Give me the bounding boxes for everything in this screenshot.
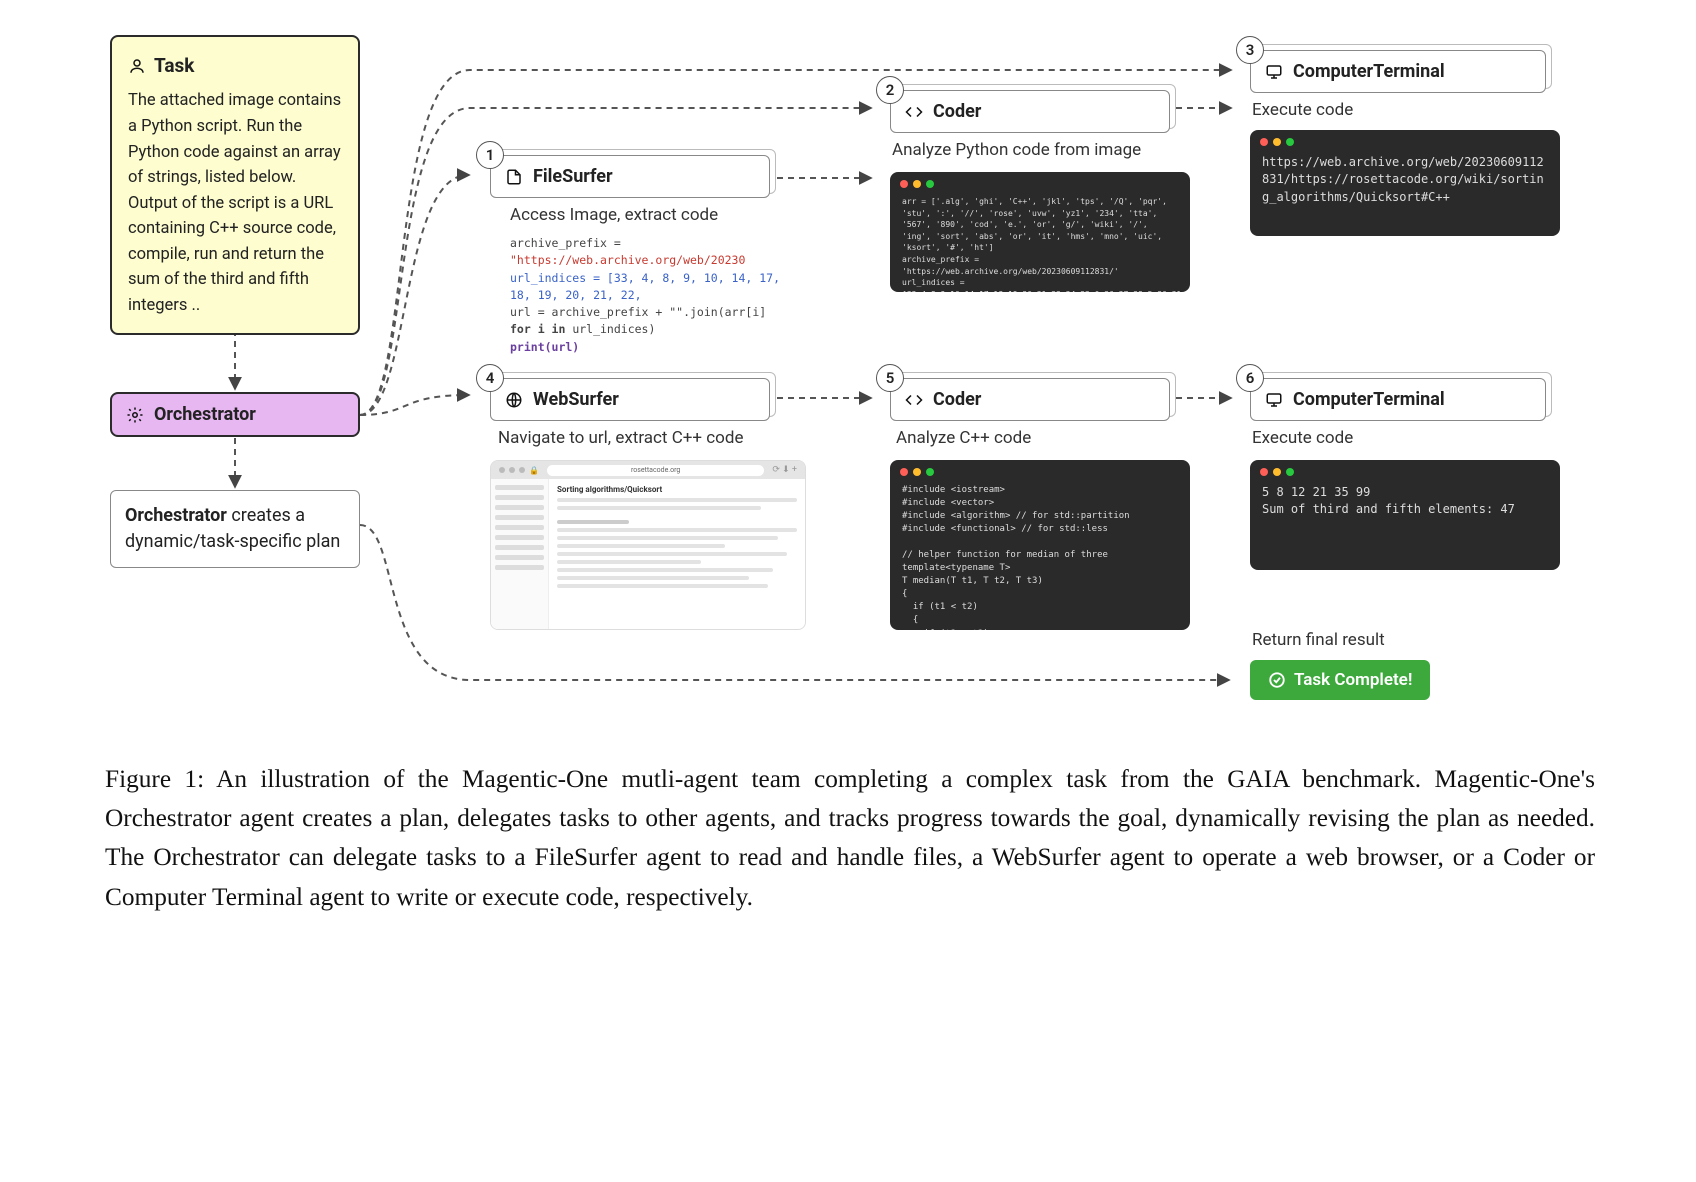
step-3-badge: 3 — [1236, 36, 1264, 64]
step-6-sub: Execute code — [1252, 428, 1353, 448]
orchestrator-label: Orchestrator — [154, 404, 256, 425]
terminal2-panel: 5 8 12 21 35 99 Sum of third and fifth e… — [1250, 460, 1560, 570]
step-5-sub: Analyze C++ code — [896, 428, 1031, 448]
task-body: The attached image contains a Python scr… — [128, 88, 342, 318]
task-complete-badge: Task Complete! — [1250, 660, 1430, 700]
filesurfer-code: archive_prefix = "https://web.archive.or… — [510, 235, 785, 356]
coder2-panel: #include <iostream> #include <vector> #i… — [890, 460, 1190, 630]
step-4-card: 4 WebSurfer — [490, 378, 770, 421]
step-6-badge: 6 — [1236, 364, 1264, 392]
step-5-badge: 5 — [876, 364, 904, 392]
step-2-agent: Coder — [933, 101, 981, 122]
user-icon — [128, 57, 146, 75]
check-circle-icon — [1268, 671, 1286, 689]
task-box: Task The attached image contains a Pytho… — [110, 35, 360, 335]
browser-mock: 🔒 rosettacode.org ⟳ ⬇ + Sorting algorith… — [490, 460, 806, 630]
step-6-agent: ComputerTerminal — [1293, 389, 1445, 410]
code-icon — [905, 103, 923, 121]
step-4-sub: Navigate to url, extract C++ code — [498, 428, 743, 448]
monitor-icon — [1265, 63, 1283, 81]
coder2-code: #include <iostream> #include <vector> #i… — [902, 484, 1178, 630]
terminal1-panel: https://web.archive.org/web/202306091128… — [1250, 130, 1560, 236]
file-icon — [505, 168, 523, 186]
step-1-card: 1 FileSurfer — [490, 155, 770, 198]
step-1-sub: Access Image, extract code — [510, 205, 718, 225]
terminal2-code: 5 8 12 21 35 99 Sum of third and fifth e… — [1262, 484, 1548, 519]
step-6-card: 6 ComputerTerminal — [1250, 378, 1546, 421]
monitor-icon — [1265, 391, 1283, 409]
coder1-panel: arr = ['.alg', 'ghi', 'C++', 'jkl', 'tps… — [890, 172, 1190, 292]
figure-caption: Figure 1: An illustration of the Magenti… — [105, 760, 1595, 917]
diagram-root: Task The attached image contains a Pytho… — [0, 0, 1696, 30]
step-1-badge: 1 — [476, 141, 504, 169]
return-label: Return final result — [1252, 630, 1385, 650]
gear-icon — [126, 406, 144, 424]
task-heading: Task — [128, 51, 342, 80]
step-3-agent: ComputerTerminal — [1293, 61, 1445, 82]
step-3-sub: Execute code — [1252, 100, 1353, 120]
browser-title: Sorting algorithms/Quicksort — [557, 485, 797, 494]
globe-icon — [505, 391, 523, 409]
plan-box: Orchestrator creates a dynamic/task-spec… — [110, 490, 360, 568]
step-4-agent: WebSurfer — [533, 389, 619, 410]
browser-url: rosettacode.org — [547, 465, 764, 476]
step-2-card: 2 Coder — [890, 90, 1170, 133]
coder1-code: arr = ['.alg', 'ghi', 'C++', 'jkl', 'tps… — [902, 196, 1178, 292]
step-5-agent: Coder — [933, 389, 981, 410]
plan-prefix: Orchestrator — [125, 505, 227, 526]
terminal1-code: https://web.archive.org/web/202306091128… — [1262, 154, 1548, 206]
step-5-card: 5 Coder — [890, 378, 1170, 421]
step-1-agent: FileSurfer — [533, 166, 613, 187]
step-2-sub: Analyze Python code from image — [892, 140, 1141, 160]
step-2-badge: 2 — [876, 76, 904, 104]
step-3-card: 3 ComputerTerminal — [1250, 50, 1546, 93]
orchestrator-box: Orchestrator — [110, 392, 360, 437]
code-icon — [905, 391, 923, 409]
step-4-badge: 4 — [476, 364, 504, 392]
